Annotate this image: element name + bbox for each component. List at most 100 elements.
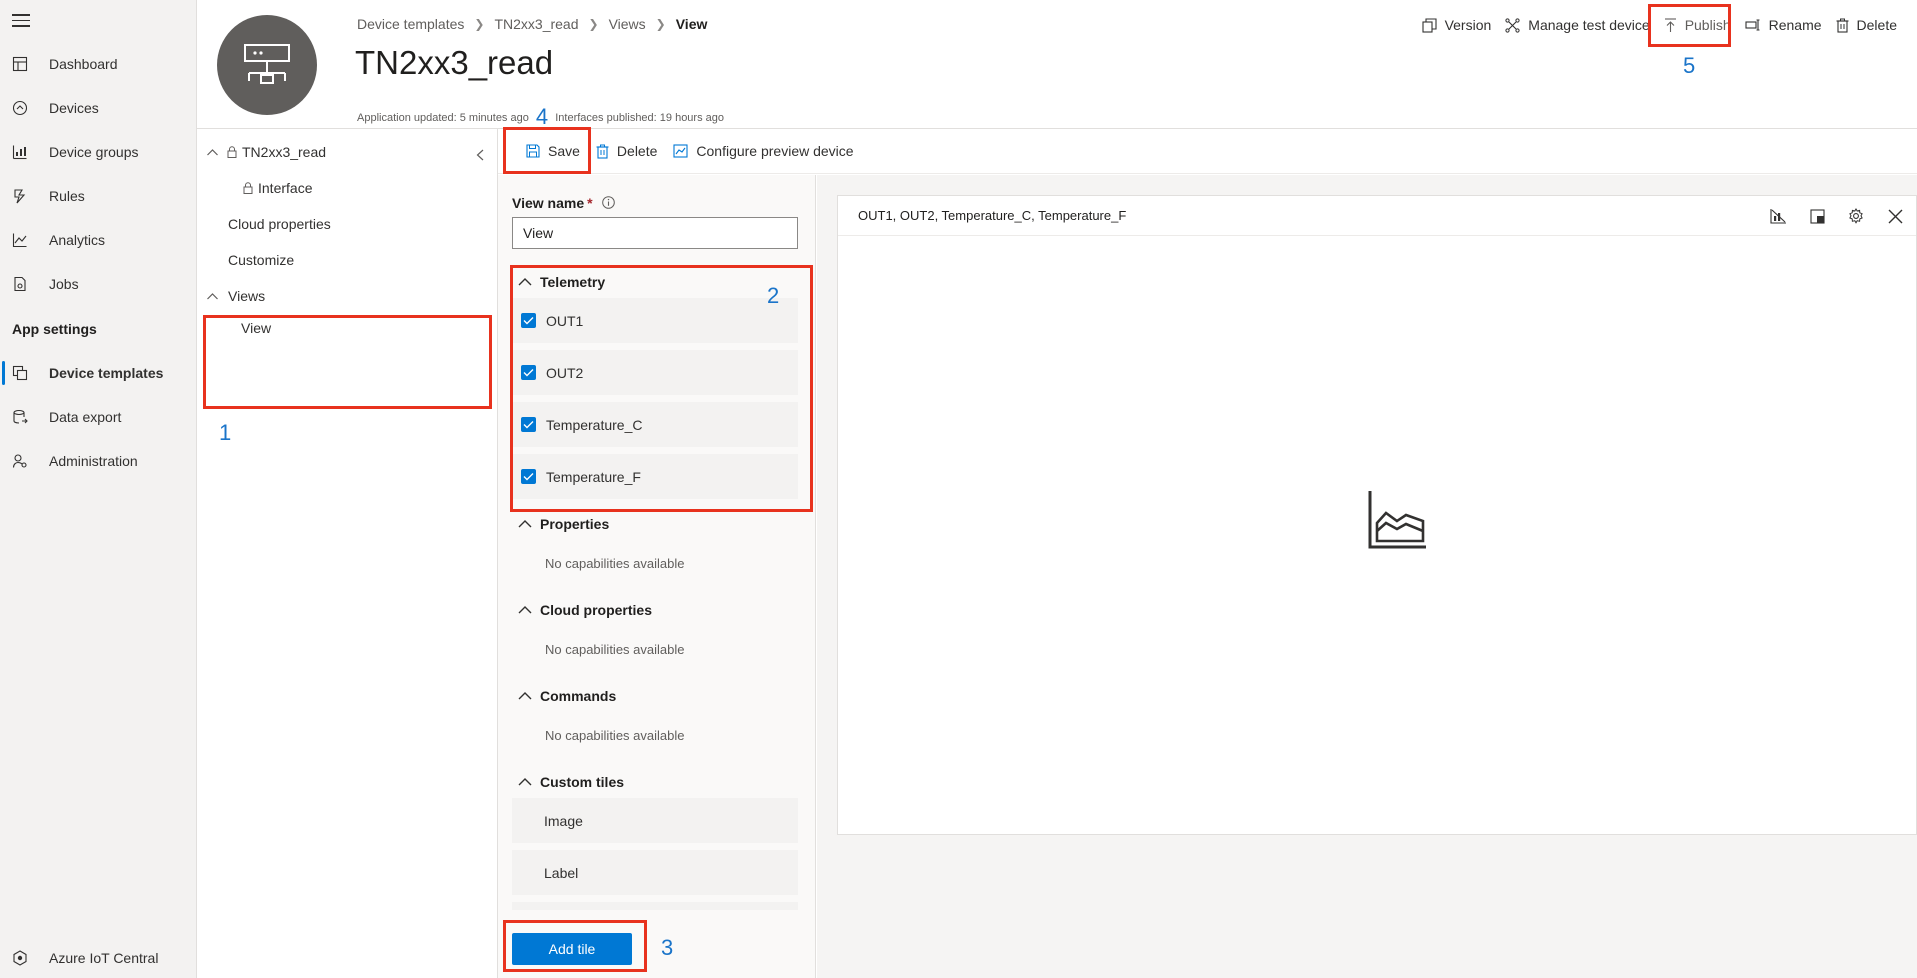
properties-title: Properties: [540, 516, 610, 532]
callout-2: 2: [767, 283, 780, 308]
dashboard-icon: [12, 56, 28, 72]
nav-item-dashboard[interactable]: Dashboard: [0, 46, 196, 82]
nav-item-analytics[interactable]: Analytics: [0, 222, 196, 258]
breadcrumb-template[interactable]: TN2xx3_read: [494, 16, 578, 32]
hamburger-menu-icon[interactable]: [12, 14, 30, 28]
properties-empty-note: No capabilities available: [545, 556, 685, 571]
delete-view-button[interactable]: Delete: [596, 143, 657, 159]
tree-root-label: TN2xx3_read: [242, 144, 327, 160]
info-icon[interactable]: [602, 196, 616, 209]
collapse-tree-icon[interactable]: [476, 149, 484, 161]
tree-views[interactable]: Views: [207, 288, 265, 304]
delete-template-button[interactable]: Delete: [1836, 14, 1897, 36]
analytics-icon: [12, 233, 27, 248]
nav-item-administration[interactable]: Administration: [0, 443, 196, 479]
checkbox-checked-icon[interactable]: [521, 417, 536, 432]
checkbox-checked-icon[interactable]: [521, 313, 536, 328]
telemetry-item-out1[interactable]: OUT1: [512, 298, 798, 344]
chevron-right-icon: ❯: [474, 17, 485, 31]
nav-footer-azure-iot-central[interactable]: Azure IoT Central: [0, 940, 196, 976]
breadcrumb: Device templates ❯ TN2xx3_read ❯ Views ❯…: [357, 16, 707, 32]
rename-button[interactable]: Rename: [1745, 14, 1822, 36]
version-button[interactable]: Version: [1422, 14, 1491, 36]
custom-tiles-title: Custom tiles: [540, 774, 625, 790]
properties-section-header[interactable]: Properties: [518, 516, 609, 532]
tree-cloud-properties[interactable]: Cloud properties: [228, 216, 331, 232]
configure-preview-device-button[interactable]: Configure preview device: [673, 143, 854, 159]
tree-interface[interactable]: Interface: [243, 180, 312, 196]
administration-icon: [12, 454, 27, 468]
nav-item-label: Administration: [49, 453, 138, 469]
breadcrumb-device-templates[interactable]: Device templates: [357, 16, 464, 32]
configure-label: Configure preview device: [696, 143, 854, 159]
nav-item-device-groups[interactable]: Device groups: [0, 134, 196, 170]
nav-item-label: Device templates: [49, 365, 164, 381]
tile-title: OUT1, OUT2, Temperature_C, Temperature_F: [858, 208, 1127, 223]
checkbox-checked-icon[interactable]: [521, 365, 536, 380]
manage-test-device-button[interactable]: Manage test device: [1505, 14, 1650, 36]
tree-root[interactable]: TN2xx3_read: [207, 144, 326, 160]
chevron-right-icon: ❯: [655, 17, 666, 31]
nav-item-devices[interactable]: Devices: [0, 90, 196, 126]
version-icon: [1422, 17, 1437, 33]
callout-4: 4: [535, 104, 549, 129]
chevron-up-icon: [207, 292, 218, 299]
breadcrumb-views[interactable]: Views: [609, 16, 646, 32]
telemetry-item-out2[interactable]: OUT2: [512, 350, 798, 396]
save-icon: [526, 144, 540, 158]
change-visualization-icon[interactable]: [1769, 207, 1787, 225]
status-line: Application updated: 5 minutes ago 4 Int…: [357, 101, 724, 129]
tile-tools: [1748, 207, 1904, 225]
dashboard-canvas: OUT1, OUT2, Temperature_C, Temperature_F: [817, 175, 1917, 978]
nav-item-label: Analytics: [49, 232, 106, 248]
template-tree: TN2xx3_read Interface Cloud properties C…: [197, 129, 497, 978]
telemetry-item-temperature-f[interactable]: Temperature_F: [512, 454, 798, 500]
chevron-up-icon: [518, 606, 532, 614]
nav-item-data-export[interactable]: Data export: [0, 399, 196, 435]
telemetry-tile[interactable]: OUT1, OUT2, Temperature_C, Temperature_F: [837, 195, 1917, 835]
view-name-label-text: View name: [512, 195, 585, 211]
nav-item-device-templates[interactable]: Device templates: [0, 355, 196, 391]
nav-item-rules[interactable]: Rules: [0, 178, 196, 214]
commands-section-header[interactable]: Commands: [518, 688, 616, 704]
jobs-icon: [14, 276, 26, 292]
devices-icon: [12, 100, 28, 116]
save-button[interactable]: Save: [526, 143, 580, 159]
telemetry-section-header[interactable]: Telemetry: [518, 274, 605, 290]
add-tile-button[interactable]: Add tile: [512, 933, 632, 965]
tree-views-label: Views: [228, 288, 266, 304]
view-name-input[interactable]: [512, 217, 798, 249]
chevron-up-icon: [518, 778, 532, 786]
tree-customize[interactable]: Customize: [228, 252, 294, 268]
area-chart-placeholder-icon: [1368, 491, 1426, 549]
custom-tiles-section-header[interactable]: Custom tiles: [518, 774, 624, 790]
custom-tile-label[interactable]: Label: [512, 850, 798, 896]
custom-tile-image[interactable]: Image: [512, 798, 798, 844]
preview-chart-icon: [673, 144, 688, 158]
telemetry-item-temperature-c[interactable]: Temperature_C: [512, 402, 798, 448]
app-updated-text: Application updated: 5 minutes ago: [357, 112, 529, 124]
device-template-avatar: [217, 15, 317, 115]
callout-1: 1: [219, 420, 232, 445]
tree-view-selected[interactable]: View: [207, 310, 487, 346]
cloud-properties-section-header[interactable]: Cloud properties: [518, 602, 652, 618]
callout-5: 5: [1683, 53, 1696, 78]
close-tile-icon[interactable]: [1886, 207, 1904, 225]
trash-icon: [1836, 18, 1849, 33]
device-templates-icon: [12, 365, 28, 381]
telemetry-title: Telemetry: [540, 274, 606, 290]
custom-tile-overflow: [512, 902, 798, 910]
chevron-up-icon: [518, 278, 532, 286]
tile-size-icon[interactable]: [1808, 207, 1826, 225]
manage-test-device-label: Manage test device: [1528, 17, 1650, 33]
tile-settings-gear-icon[interactable]: [1847, 207, 1865, 225]
left-nav: Dashboard Devices Device groups Rules An…: [0, 0, 197, 978]
checkbox-checked-icon[interactable]: [521, 469, 536, 484]
chevron-up-icon: [518, 692, 532, 700]
required-marker: *: [587, 195, 593, 211]
manage-test-device-icon: [1505, 17, 1520, 33]
publish-button[interactable]: Publish: [1664, 14, 1731, 36]
lock-icon: [227, 146, 237, 158]
nav-item-jobs[interactable]: Jobs: [0, 266, 196, 302]
cloud-properties-empty-note: No capabilities available: [545, 642, 685, 657]
